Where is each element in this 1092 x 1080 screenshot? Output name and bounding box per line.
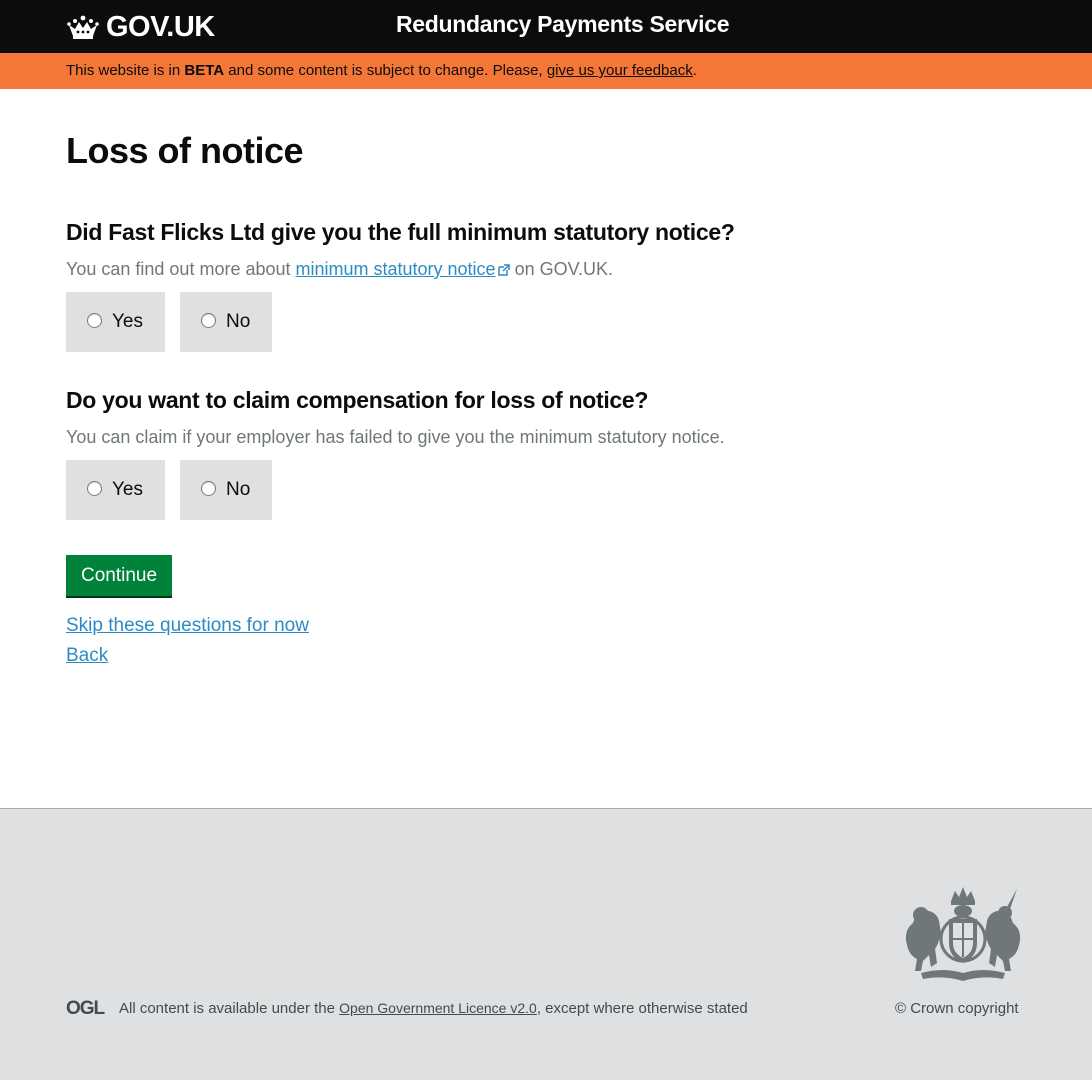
hint-suffix: on GOV.UK. [509, 259, 613, 279]
feedback-link[interactable]: give us your feedback [547, 62, 693, 79]
option-label: Yes [112, 479, 143, 500]
service-name-link[interactable]: Redundancy Payments Service [396, 11, 730, 38]
beta-banner-prefix: This website is in [66, 62, 185, 79]
crown-icon [67, 15, 99, 39]
compensation-yes-option[interactable]: Yes [66, 460, 165, 520]
logo-text: GOV.UK [106, 10, 215, 43]
govuk-logo-link[interactable]: GOV.UK [66, 9, 215, 45]
statutory-notice-no-option[interactable]: No [180, 292, 273, 352]
site-footer: OGL All content is available under the O… [0, 808, 1092, 1080]
licence-suffix: , except where otherwise stated [536, 1000, 748, 1017]
open-government-licence-link[interactable]: Open Government Licence v2.0 [339, 1000, 537, 1016]
radio-button[interactable] [87, 313, 102, 328]
site-header: GOV.UK Redundancy Payments Service [0, 0, 1092, 53]
crown-copyright: © Crown copyright [895, 1000, 1019, 1017]
question-statutory-notice-hint: You can find out more about minimum stat… [66, 259, 613, 280]
radio-button[interactable] [87, 481, 102, 496]
ogl-logo: OGL [66, 998, 107, 1017]
beta-banner: This website is in BETA and some content… [0, 53, 1092, 89]
question-compensation-label: Do you want to claim compensation for lo… [66, 387, 649, 413]
option-label: Yes [112, 311, 143, 332]
option-label: No [226, 311, 251, 332]
hint-prefix: You can find out more about [66, 259, 296, 279]
external-link-icon [497, 264, 510, 276]
radio-button[interactable] [201, 481, 216, 496]
skip-questions-link[interactable]: Skip these questions for now [66, 615, 309, 637]
option-label: No [226, 479, 251, 500]
minimum-statutory-notice-link[interactable]: minimum statutory notice [296, 259, 510, 279]
statutory-notice-radio-group: Yes No [66, 292, 273, 352]
compensation-radio-group: Yes No [66, 460, 273, 520]
page-title: Loss of notice [66, 130, 304, 171]
question-statutory-notice-label: Did Fast Flicks Ltd give you the full mi… [66, 219, 735, 245]
radio-button[interactable] [201, 313, 216, 328]
question-compensation-hint: You can claim if your employer has faile… [66, 427, 725, 447]
continue-button[interactable]: Continue [66, 555, 173, 596]
back-link[interactable]: Back [66, 645, 108, 667]
minimum-statutory-notice-link-text: minimum statutory notice [295, 259, 496, 279]
statutory-notice-yes-option[interactable]: Yes [66, 292, 165, 352]
beta-banner-middle: and some content is subject to change. P… [224, 62, 547, 79]
royal-coat-of-arms [905, 887, 1021, 981]
licence-prefix: All content is available under the [119, 1000, 340, 1017]
licence-text: All content is available under the Open … [119, 1000, 748, 1017]
ogl-logo-text: OGL [66, 998, 106, 1017]
compensation-no-option[interactable]: No [180, 460, 273, 520]
beta-banner-suffix: . [692, 62, 697, 79]
phase-tag: BETA [184, 62, 225, 79]
